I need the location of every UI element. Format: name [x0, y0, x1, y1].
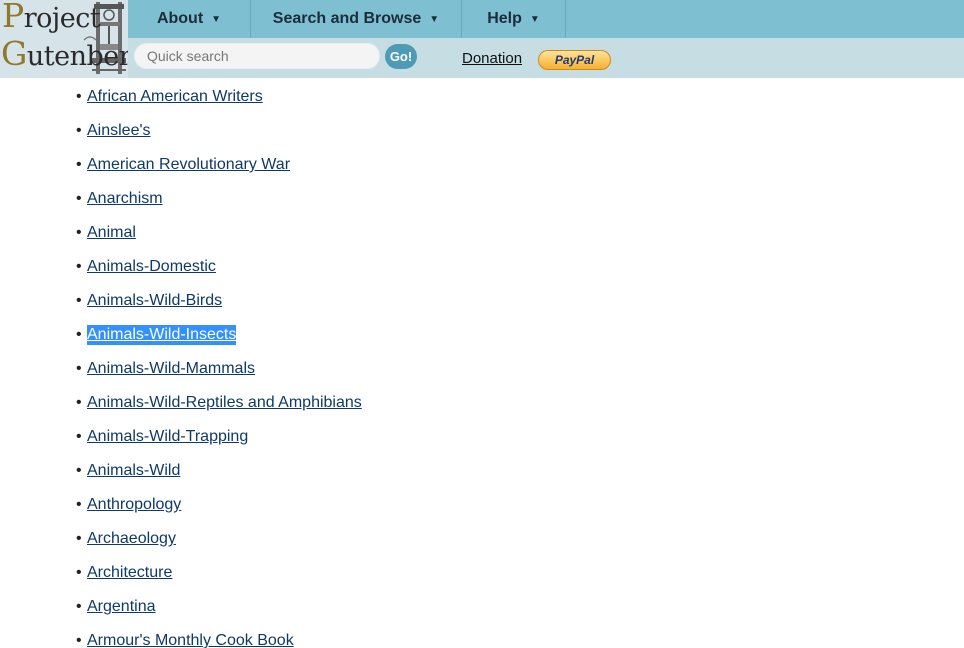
list-item: • Armour's Monthly Cook Book	[76, 624, 362, 648]
subject-link[interactable]: Animals-Wild-Trapping	[87, 427, 248, 447]
bullet-icon: •	[76, 462, 82, 479]
bullet-icon: •	[76, 156, 82, 173]
subject-link[interactable]: Architecture	[87, 563, 172, 583]
nav-help[interactable]: Help ▼	[462, 0, 566, 38]
nav-search-and-browse-label: Search and Browse	[272, 10, 422, 27]
bullet-icon: •	[76, 632, 82, 648]
bullet-icon: •	[76, 292, 82, 309]
bullet-icon: •	[76, 428, 82, 445]
list-item: • Archaeology	[76, 522, 362, 556]
nav-about[interactable]: About ▼	[128, 0, 251, 38]
caret-down-icon: ▼	[211, 13, 222, 25]
subject-link[interactable]: Anarchism	[87, 189, 163, 209]
list-item: • Animals-Wild-Insects	[76, 318, 362, 352]
list-item: • African American Writers	[76, 80, 362, 114]
logo-word-project: Project	[2, 0, 101, 35]
subject-link[interactable]: Anthropology	[87, 495, 181, 515]
list-item: • Animals-Wild-Reptiles and Amphibians	[76, 386, 362, 420]
paypal-button[interactable]: PayPal	[538, 50, 611, 70]
list-item: • Architecture	[76, 556, 362, 590]
bullet-icon: •	[76, 564, 82, 581]
subject-link[interactable]: Ainslee's	[87, 121, 151, 141]
header: Project Gutenberg About ▼ Search and Bro…	[0, 0, 964, 78]
subject-link[interactable]: Animals-Wild-Reptiles and Amphibians	[87, 393, 362, 413]
list-item: • Animals-Wild-Trapping	[76, 420, 362, 454]
bullet-icon: •	[76, 88, 82, 105]
logo-word-gutenberg: Gutenberg	[1, 34, 128, 73]
donation-link[interactable]: Donation	[462, 50, 522, 67]
page: Project Gutenberg About ▼ Search and Bro…	[0, 0, 964, 648]
bullet-icon: •	[76, 224, 82, 241]
caret-down-icon: ▼	[429, 13, 440, 25]
subject-link[interactable]: Animals-Domestic	[87, 257, 216, 277]
list-item: • Anthropology	[76, 488, 362, 522]
quick-search-input[interactable]	[134, 43, 380, 69]
bullet-icon: •	[76, 190, 82, 207]
subject-link[interactable]: Argentina	[87, 597, 156, 617]
subject-link[interactable]: Armour's Monthly Cook Book	[87, 631, 294, 648]
caret-down-icon: ▼	[529, 13, 540, 25]
list-item: • Animal	[76, 216, 362, 250]
top-navigation: About ▼ Search and Browse ▼ Help ▼	[128, 0, 964, 38]
list-item: • Anarchism	[76, 182, 362, 216]
list-item: • American Revolutionary War	[76, 148, 362, 182]
subject-list: • African American Writers • Ainslee's • Amer…	[76, 80, 362, 648]
list-item: • Animals-Wild	[76, 454, 362, 488]
bullet-icon: •	[76, 394, 82, 411]
list-item: • Ainslee's	[76, 114, 362, 148]
subject-link[interactable]: Animals-Wild-Mammals	[87, 359, 255, 379]
go-button[interactable]: Go!	[385, 44, 417, 69]
subject-link[interactable]: African American Writers	[87, 87, 263, 107]
subject-link[interactable]: American Revolutionary War	[87, 155, 290, 175]
subject-link[interactable]: Archaeology	[87, 529, 176, 549]
list-item: • Animals-Domestic	[76, 250, 362, 284]
bullet-icon: •	[76, 360, 82, 377]
bullet-icon: •	[76, 530, 82, 547]
subject-link[interactable]: Animals-Wild	[87, 461, 180, 481]
nav-about-label: About	[156, 10, 204, 27]
bullet-icon: •	[76, 258, 82, 275]
list-item: • Animals-Wild-Birds	[76, 284, 362, 318]
project-gutenberg-logo[interactable]: Project Gutenberg	[0, 0, 128, 78]
list-item: • Animals-Wild-Mammals	[76, 352, 362, 386]
bullet-icon: •	[76, 598, 82, 615]
paypal-label: PayPal	[554, 53, 595, 67]
bullet-icon: •	[76, 326, 82, 343]
list-item: • Argentina	[76, 590, 362, 624]
subject-link[interactable]: Animals-Wild-Insects	[87, 325, 237, 345]
search-bar-row: Go! Donation PayPal	[128, 38, 964, 78]
bullet-icon: •	[76, 496, 82, 513]
subject-link[interactable]: Animals-Wild-Birds	[87, 291, 222, 311]
nav-search-and-browse[interactable]: Search and Browse ▼	[251, 0, 462, 38]
bullet-icon: •	[76, 122, 82, 139]
subject-link[interactable]: Animal	[87, 223, 136, 243]
nav-help-label: Help	[487, 10, 522, 27]
